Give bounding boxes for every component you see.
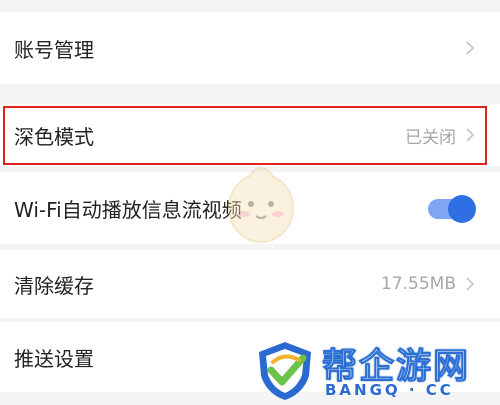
- top-divider: [0, 0, 500, 12]
- settings-screen: 账号管理 深色模式 已关闭 Wi-Fi自动播放信息流视频 清除缓存 17.55M…: [0, 0, 500, 405]
- setting-row-clear-cache[interactable]: 清除缓存 17.55MB: [0, 250, 500, 318]
- dark-mode-status: 已关闭: [405, 127, 456, 148]
- watermark-subtitle: BANGQ · CC: [325, 381, 454, 399]
- setting-row-account[interactable]: 账号管理: [0, 12, 500, 84]
- setting-label-dark-mode: 深色模式: [14, 124, 94, 149]
- setting-label-clear-cache: 清除缓存: [14, 273, 94, 298]
- chevron-right-icon: [466, 128, 475, 142]
- wifi-autoplay-toggle[interactable]: [428, 195, 476, 223]
- cache-size: 17.55MB: [381, 274, 456, 294]
- toggle-knob: [448, 195, 476, 223]
- chevron-right-icon: [466, 277, 475, 291]
- setting-label-account: 账号管理: [14, 37, 94, 62]
- watermark-logo-icon: [259, 342, 311, 400]
- mascot-icon: [228, 167, 294, 243]
- chevron-right-icon: [466, 41, 475, 55]
